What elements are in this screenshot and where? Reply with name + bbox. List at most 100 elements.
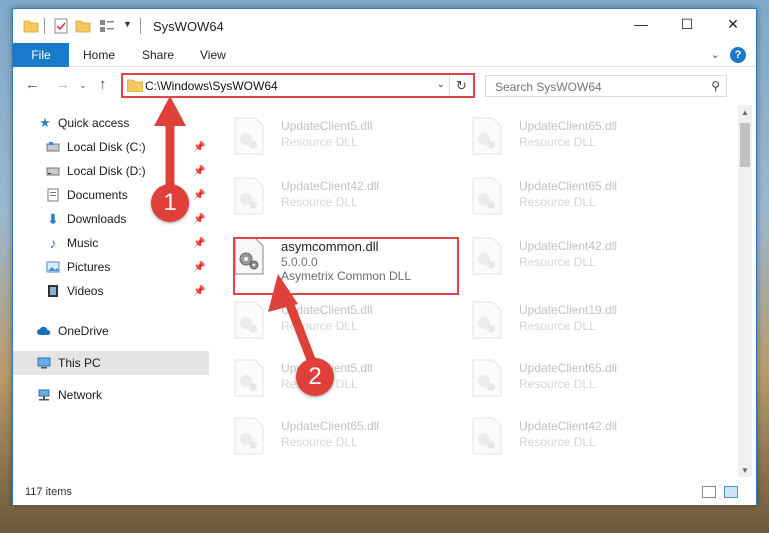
dll-file-icon (234, 117, 264, 155)
sidebar-item-videos[interactable]: Videos 📌 (13, 279, 209, 303)
help-icon[interactable]: ? (730, 47, 746, 63)
file-item[interactable]: UpdateClient42.dll Resource DLL (447, 411, 683, 463)
file-name: UpdateClient65.dll (519, 179, 618, 193)
pin-icon[interactable]: 📌 (193, 142, 205, 153)
file-type: Resource DLL (519, 319, 596, 333)
maximize-button[interactable]: ☐ (664, 9, 710, 39)
scroll-up-icon[interactable]: ▲ (738, 105, 752, 119)
dll-file-icon (472, 117, 502, 155)
pin-icon[interactable]: 📌 (193, 190, 205, 201)
expand-ribbon-chevron-icon[interactable]: ⌄ (711, 48, 720, 61)
pin-icon[interactable]: 📌 (193, 166, 205, 177)
drive-icon (46, 167, 60, 176)
search-input[interactable]: Search SysWOW64 ⚲ (485, 75, 727, 97)
file-type: Resource DLL (519, 135, 596, 149)
sidebar-item-label: Documents (67, 188, 128, 202)
file-item[interactable]: UpdateClient42.dll Resource DLL (209, 171, 445, 223)
sidebar-item-label: Network (58, 388, 103, 402)
properties-icon[interactable] (53, 18, 69, 34)
pin-icon[interactable]: 📌 (193, 286, 205, 297)
item-count: 117 items (25, 486, 72, 498)
pin-icon[interactable]: 📌 (193, 238, 205, 249)
file-type: Resource DLL (281, 135, 358, 149)
sidebar-item-local-disk-c[interactable]: Local Disk (C:) 📌 (13, 135, 209, 159)
file-item[interactable]: UpdateClient65.dll Resource DLL (447, 111, 683, 163)
up-arrow-icon[interactable]: ↑ (99, 76, 107, 93)
refresh-icon[interactable]: ↻ (449, 75, 473, 96)
scroll-down-icon[interactable]: ▼ (738, 463, 752, 477)
dll-file-icon (472, 301, 502, 339)
address-path[interactable]: C:\Windows\SysWOW64 (145, 79, 278, 93)
ribbon-tabs: File Home Share View ⌄ ? (13, 43, 756, 67)
file-name: UpdateClient42.dll (519, 239, 618, 253)
folder-icon[interactable] (23, 18, 39, 34)
minimize-button[interactable]: — (618, 9, 664, 39)
tab-home[interactable]: Home (83, 48, 115, 62)
address-bar[interactable]: C:\Windows\SysWOW64 ⌄ ↻ (121, 73, 475, 98)
file-explorer-window: ▼ SysWOW64 — ☐ ✕ File Home Share View ⌄ … (12, 8, 757, 505)
sidebar-item-this-pc[interactable]: This PC (13, 351, 209, 375)
dll-file-icon (234, 177, 264, 215)
tab-file[interactable]: File (13, 43, 69, 67)
file-name: UpdateClient5.dll (281, 119, 373, 133)
sidebar-item-pictures[interactable]: Pictures 📌 (13, 255, 209, 279)
back-arrow-icon[interactable]: ← (25, 76, 40, 93)
dll-file-icon (472, 417, 502, 455)
vertical-scrollbar[interactable]: ▲ ▼ (738, 105, 752, 477)
sidebar-item-label: Quick access (58, 116, 130, 130)
sidebar-item-label: Music (67, 236, 99, 250)
file-item[interactable]: UpdateClient65.dll Resource DLL (447, 353, 683, 405)
step-2-badge: 2 (296, 358, 334, 396)
pin-icon[interactable]: 📌 (193, 214, 205, 225)
music-icon: ♪ (49, 235, 57, 251)
file-item[interactable]: UpdateClient5.dll Resource DLL (209, 295, 445, 347)
address-history-chevron-icon[interactable]: ⌄ (437, 79, 445, 90)
file-type: Resource DLL (281, 319, 358, 333)
recent-locations-chevron-icon[interactable]: ⌄ (79, 80, 87, 91)
sidebar-item-label: Pictures (67, 260, 111, 274)
pictures-icon (46, 261, 60, 273)
sidebar-item-label: Local Disk (D:) (67, 164, 146, 178)
pin-icon[interactable]: 📌 (193, 262, 205, 273)
search-icon[interactable]: ⚲ (711, 79, 720, 93)
quick-access-separator (44, 18, 45, 34)
sidebar-item-quick-access[interactable]: ★ Quick access (13, 111, 209, 135)
view-options-icon[interactable] (99, 18, 115, 34)
forward-arrow-icon[interactable]: → (55, 76, 70, 93)
tab-view[interactable]: View (200, 48, 226, 62)
dll-file-icon (472, 177, 502, 215)
window-title: SysWOW64 (153, 19, 224, 34)
customize-toolbar-chevron-icon[interactable]: ▼ (123, 19, 132, 29)
file-type: Resource DLL (281, 435, 358, 449)
sidebar-item-onedrive[interactable]: OneDrive (13, 319, 209, 343)
navigation-pane: ★ Quick access Local Disk (C:) 📌 Local D… (13, 101, 209, 481)
computer-icon (37, 357, 51, 369)
cloud-icon (37, 326, 51, 335)
details-view-icon[interactable] (702, 486, 716, 498)
drive-icon (46, 142, 60, 152)
tiles-view-icon[interactable] (724, 486, 738, 498)
sidebar-item-music[interactable]: ♪ Music 📌 (13, 231, 209, 255)
sidebar-item-local-disk-d[interactable]: Local Disk (D:) 📌 (13, 159, 209, 183)
file-name: UpdateClient65.dll (519, 119, 618, 133)
sidebar-item-label: Local Disk (C:) (67, 140, 146, 154)
sidebar-item-network[interactable]: Network (13, 383, 209, 407)
file-name: UpdateClient42.dll (281, 179, 380, 193)
title-bar: ▼ SysWOW64 — ☐ ✕ (13, 9, 756, 43)
file-item[interactable]: UpdateClient5.dll Resource DLL (209, 111, 445, 163)
tab-share[interactable]: Share (142, 48, 174, 62)
file-item[interactable]: UpdateClient65.dll Resource DLL (209, 411, 445, 463)
file-name: UpdateClient65.dll (519, 361, 618, 375)
dll-file-icon (234, 417, 264, 455)
file-name: UpdateClient5.dll (281, 303, 373, 317)
file-item[interactable]: UpdateClient19.dll Resource DLL (447, 295, 683, 347)
scrollbar-thumb[interactable] (740, 123, 750, 167)
close-button[interactable]: ✕ (710, 9, 756, 39)
file-name: UpdateClient65.dll (281, 419, 380, 433)
new-folder-icon[interactable] (75, 18, 91, 34)
download-icon: ⬇ (47, 210, 59, 227)
file-item[interactable]: UpdateClient42.dll Resource DLL (447, 231, 683, 283)
file-item[interactable]: UpdateClient65.dll Resource DLL (447, 171, 683, 223)
star-icon: ★ (39, 115, 51, 130)
status-bar: 117 items (13, 481, 756, 505)
